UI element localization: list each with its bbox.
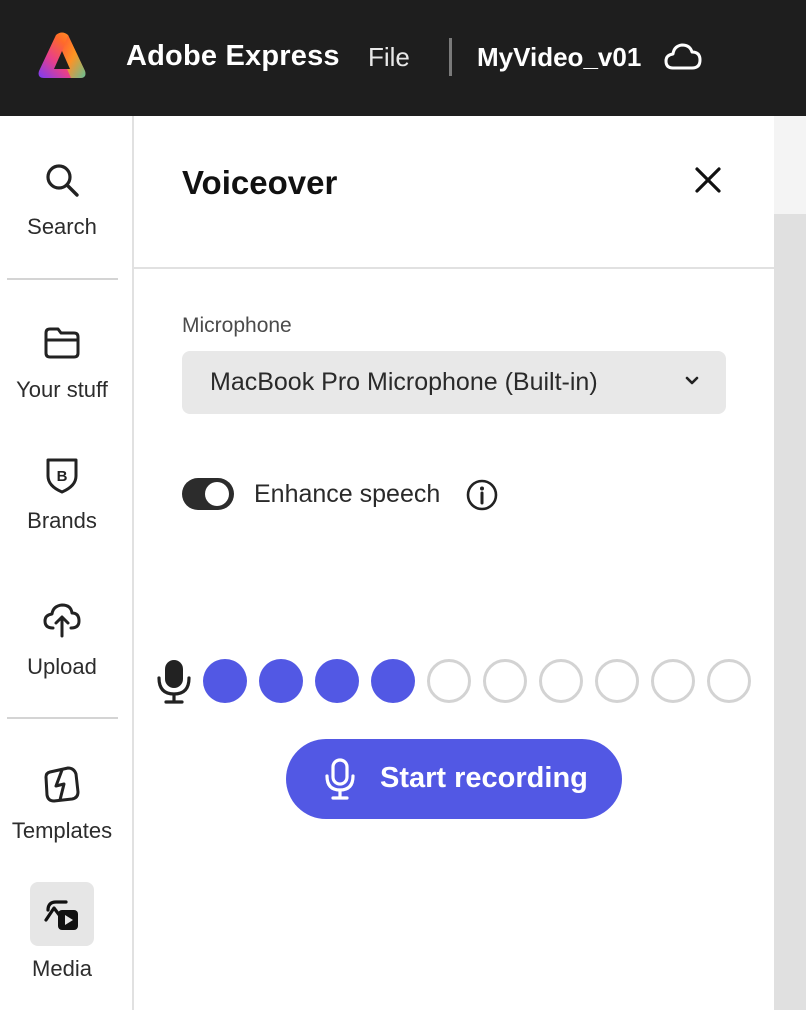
enhance-speech-toggle[interactable] <box>182 478 234 510</box>
microphone-select[interactable]: MacBook Pro Microphone (Built-in) <box>182 351 726 414</box>
microphone-label: Microphone <box>182 314 292 337</box>
start-recording-label: Start recording <box>380 762 588 794</box>
file-menu[interactable]: File <box>368 42 410 73</box>
level-dot-active <box>315 659 359 703</box>
canvas-area <box>774 116 806 1010</box>
info-icon[interactable] <box>465 478 499 512</box>
chevron-down-icon <box>685 376 699 385</box>
panel-title: Voiceover <box>182 164 338 201</box>
left-rail: Search Your stuff B Brands Upload Templa… <box>0 116 134 1010</box>
microphone-icon <box>325 758 355 800</box>
document-title[interactable]: MyVideo_v01 <box>477 42 641 73</box>
enhance-speech-label: Enhance speech <box>254 480 441 508</box>
toggle-knob <box>205 482 229 506</box>
sidebar-item-label: Media <box>32 956 92 981</box>
sidebar-item-your-stuff[interactable]: Your stuff <box>0 323 124 403</box>
app-title: Adobe Express <box>126 40 340 72</box>
selected-indicator <box>30 882 94 946</box>
adobe-express-logo[interactable] <box>37 31 87 81</box>
canvas-background <box>774 214 806 1010</box>
cloud-icon[interactable] <box>664 42 702 72</box>
close-icon[interactable] <box>690 162 726 198</box>
svg-text:B: B <box>57 468 68 485</box>
level-dot-active <box>203 659 247 703</box>
media-icon <box>44 900 78 930</box>
voiceover-panel: Voiceover Microphone MacBook Pro Microph… <box>134 116 774 1010</box>
level-dot-inactive <box>595 659 639 703</box>
microphone-icon <box>157 660 191 704</box>
microphone-select-value: MacBook Pro Microphone (Built-in) <box>210 368 598 396</box>
sidebar-item-label: Search <box>27 214 97 239</box>
sidebar-item-label: Brands <box>27 508 97 533</box>
sidebar-item-upload[interactable]: Upload <box>0 600 124 680</box>
sidebar-item-search[interactable]: Search <box>0 160 124 240</box>
header-divider <box>449 38 452 76</box>
level-dot-inactive <box>651 659 695 703</box>
app-header: Adobe Express File MyVideo_v01 <box>0 0 806 116</box>
brand-shield-icon: B <box>46 458 78 494</box>
upload-cloud-icon <box>43 603 81 638</box>
level-dot-inactive <box>707 659 751 703</box>
rail-divider <box>7 278 118 280</box>
level-dot-active <box>259 659 303 703</box>
sidebar-item-label: Upload <box>27 654 97 679</box>
level-dot-inactive <box>539 659 583 703</box>
folder-icon <box>44 327 80 359</box>
sidebar-item-templates[interactable]: Templates <box>0 764 124 844</box>
level-dot-inactive <box>483 659 527 703</box>
templates-icon <box>44 766 80 803</box>
level-dot-inactive <box>427 659 471 703</box>
panel-divider <box>134 267 774 269</box>
input-level-meter <box>203 659 751 703</box>
start-recording-button[interactable]: Start recording <box>286 739 622 819</box>
sidebar-item-label: Your stuff <box>16 377 108 402</box>
search-icon <box>46 164 79 197</box>
sidebar-item-media[interactable]: Media <box>0 882 124 982</box>
sidebar-item-brands[interactable]: B Brands <box>0 454 124 534</box>
sidebar-item-label: Templates <box>11 818 113 843</box>
level-dot-active <box>371 659 415 703</box>
rail-divider <box>7 717 118 719</box>
